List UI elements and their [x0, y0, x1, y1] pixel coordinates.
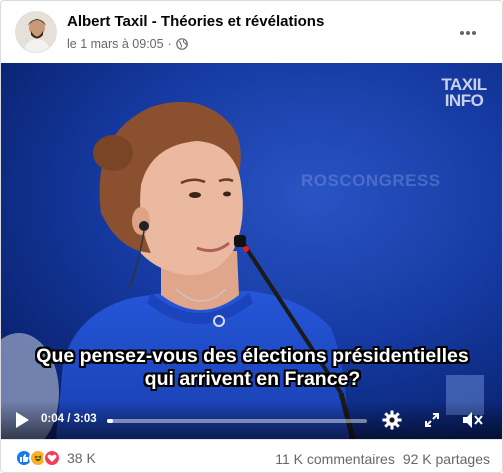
fullscreen-button[interactable] [421, 409, 443, 431]
progress-bar-fill [107, 419, 113, 423]
gear-icon [382, 410, 402, 430]
post-header: Albert Taxil - Théories et révélations l… [1, 1, 502, 63]
post-meta: le 1 mars à 09:05 · [67, 37, 188, 51]
video-subtitle: Que pensez-vous des élections présidenti… [1, 345, 502, 391]
subtitle-line-1: Que pensez-vous des élections présidenti… [36, 345, 469, 367]
settings-button[interactable] [381, 409, 403, 431]
background-logo: ROSCONGRESS [301, 171, 441, 190]
reaction-count: 38 K [67, 450, 96, 466]
play-button[interactable] [11, 409, 33, 431]
love-icon [43, 449, 61, 467]
post-footer: 38 K 11 K commentaires 92 K partages [1, 439, 502, 472]
volume-button[interactable] [461, 409, 485, 431]
video-controls: 0:04 / 3:03 [1, 401, 502, 439]
meta-separator: · [167, 37, 172, 51]
post-date[interactable]: le 1 mars à 09:05 [67, 37, 164, 51]
reactions-summary[interactable]: 38 K [15, 449, 96, 467]
avatar-image [16, 12, 56, 52]
playback-time: 0:04 / 3:03 [41, 413, 97, 425]
more-options-button[interactable] [454, 19, 482, 47]
play-icon [16, 412, 29, 428]
progress-bar[interactable] [107, 419, 367, 423]
comments-count[interactable]: 11 K commentaires [275, 451, 395, 467]
subtitle-line-2: qui arrivent en France? [144, 368, 361, 390]
watermark-line-2: INFO [444, 91, 484, 110]
facebook-post: Albert Taxil - Théories et révélations l… [0, 0, 503, 473]
author-name[interactable]: Albert Taxil - Théories et révélations [67, 13, 324, 30]
globe-icon [175, 38, 188, 50]
expand-icon [425, 413, 439, 427]
channel-watermark: TAXIL INFO [440, 76, 488, 110]
more-options-icon [460, 31, 476, 35]
author-avatar[interactable] [15, 11, 57, 53]
shares-count[interactable]: 92 K partages [403, 451, 490, 467]
muted-volume-icon [463, 412, 483, 428]
video-player[interactable]: ROSCONGRESS TAXIL INFO Que pensez-vous d… [1, 63, 502, 439]
engagement-stats: 11 K commentaires 92 K partages [275, 451, 490, 467]
